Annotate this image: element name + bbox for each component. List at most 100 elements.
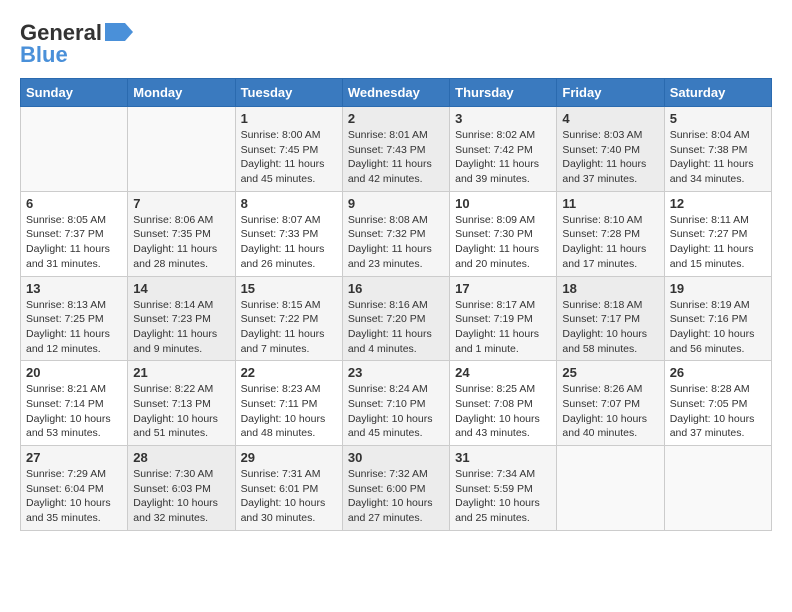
day-number: 14 bbox=[133, 281, 229, 296]
day-number: 1 bbox=[241, 111, 337, 126]
calendar-cell: 29Sunrise: 7:31 AM Sunset: 6:01 PM Dayli… bbox=[235, 446, 342, 531]
day-info: Sunrise: 7:29 AM Sunset: 6:04 PM Dayligh… bbox=[26, 467, 122, 526]
calendar-cell: 21 Sunrise: 8:22 AM Sunset: 7:13 PM Dayli… bbox=[128, 361, 235, 446]
calendar-cell: 28 Sunrise: 7:30 AM Sunset: 6:03 PM Dayli… bbox=[128, 446, 235, 531]
day-info: Sunrise: 8:26 AM Sunset: 7:07 PM Dayligh… bbox=[562, 382, 658, 441]
calendar-cell bbox=[128, 107, 235, 192]
day-info: Sunrise: 8:22 AM Sunset: 7:13 PM Dayligh… bbox=[133, 382, 229, 441]
day-info: Sunrise: 8:05 AM Sunset: 7:37 PM Dayligh… bbox=[26, 213, 122, 272]
calendar-cell: 31 Sunrise: 7:34 AM Sunset: 5:59 PM Dayli… bbox=[450, 446, 557, 531]
day-info: Sunrise: 8:19 AM Sunset: 7:16 PM Dayligh… bbox=[670, 298, 766, 357]
logo-blue: Blue bbox=[20, 42, 68, 68]
weekday-monday: Monday bbox=[128, 79, 235, 107]
calendar-cell: 19 Sunrise: 8:19 AM Sunset: 7:16 PM Dayli… bbox=[664, 276, 771, 361]
calendar-body: 1 Sunrise: 8:00 AM Sunset: 7:45 PM Daylig… bbox=[21, 107, 772, 531]
calendar-week-1: 1 Sunrise: 8:00 AM Sunset: 7:45 PM Daylig… bbox=[21, 107, 772, 192]
day-info: Sunrise: 8:02 AM Sunset: 7:42 PM Dayligh… bbox=[455, 128, 551, 187]
calendar-cell bbox=[21, 107, 128, 192]
day-info: Sunrise: 7:30 AM Sunset: 6:03 PM Dayligh… bbox=[133, 467, 229, 526]
calendar-cell: 1 Sunrise: 8:00 AM Sunset: 7:45 PM Daylig… bbox=[235, 107, 342, 192]
calendar-cell: 7 Sunrise: 8:06 AM Sunset: 7:35 PM Daylig… bbox=[128, 191, 235, 276]
day-info: Sunrise: 8:16 AM Sunset: 7:20 PM Dayligh… bbox=[348, 298, 444, 357]
calendar-cell: 11 Sunrise: 8:10 AM Sunset: 7:28 PM Dayli… bbox=[557, 191, 664, 276]
weekday-sunday: Sunday bbox=[21, 79, 128, 107]
day-number: 8 bbox=[241, 196, 337, 211]
weekday-friday: Friday bbox=[557, 79, 664, 107]
calendar-cell bbox=[557, 446, 664, 531]
day-number: 18 bbox=[562, 281, 658, 296]
weekday-thursday: Thursday bbox=[450, 79, 557, 107]
day-info: Sunrise: 8:21 AM Sunset: 7:14 PM Dayligh… bbox=[26, 382, 122, 441]
day-number: 15 bbox=[241, 281, 337, 296]
calendar-cell: 6Sunrise: 8:05 AM Sunset: 7:37 PM Daylig… bbox=[21, 191, 128, 276]
day-number: 4 bbox=[562, 111, 658, 126]
calendar-week-4: 20 Sunrise: 8:21 AM Sunset: 7:14 PM Dayli… bbox=[21, 361, 772, 446]
day-number: 31 bbox=[455, 450, 551, 465]
calendar-cell: 30 Sunrise: 7:32 AM Sunset: 6:00 PM Dayli… bbox=[342, 446, 449, 531]
day-number: 21 bbox=[133, 365, 229, 380]
day-number: 10 bbox=[455, 196, 551, 211]
calendar-cell: 14Sunrise: 8:14 AM Sunset: 7:23 PM Dayli… bbox=[128, 276, 235, 361]
calendar-cell: 25 Sunrise: 8:26 AM Sunset: 7:07 PM Dayli… bbox=[557, 361, 664, 446]
day-number: 23 bbox=[348, 365, 444, 380]
day-number: 27 bbox=[26, 450, 122, 465]
calendar-cell: 8 Sunrise: 8:07 AM Sunset: 7:33 PM Daylig… bbox=[235, 191, 342, 276]
day-info: Sunrise: 8:25 AM Sunset: 7:08 PM Dayligh… bbox=[455, 382, 551, 441]
day-number: 9 bbox=[348, 196, 444, 211]
day-info: Sunrise: 7:34 AM Sunset: 5:59 PM Dayligh… bbox=[455, 467, 551, 526]
calendar-cell: 16 Sunrise: 8:16 AM Sunset: 7:20 PM Dayli… bbox=[342, 276, 449, 361]
day-number: 5 bbox=[670, 111, 766, 126]
day-number: 24 bbox=[455, 365, 551, 380]
day-info: Sunrise: 8:04 AM Sunset: 7:38 PM Dayligh… bbox=[670, 128, 766, 187]
day-number: 26 bbox=[670, 365, 766, 380]
calendar-cell: 26 Sunrise: 8:28 AM Sunset: 7:05 PM Dayli… bbox=[664, 361, 771, 446]
day-number: 16 bbox=[348, 281, 444, 296]
day-number: 28 bbox=[133, 450, 229, 465]
calendar-week-3: 13Sunrise: 8:13 AM Sunset: 7:25 PM Dayli… bbox=[21, 276, 772, 361]
calendar-week-5: 27 Sunrise: 7:29 AM Sunset: 6:04 PM Dayli… bbox=[21, 446, 772, 531]
logo: General Blue bbox=[20, 20, 133, 68]
calendar-header: SundayMondayTuesdayWednesdayThursdayFrid… bbox=[21, 79, 772, 107]
day-info: Sunrise: 8:17 AM Sunset: 7:19 PM Dayligh… bbox=[455, 298, 551, 357]
calendar-cell: 24 Sunrise: 8:25 AM Sunset: 7:08 PM Dayli… bbox=[450, 361, 557, 446]
day-number: 2 bbox=[348, 111, 444, 126]
page-header: General Blue bbox=[20, 20, 772, 68]
calendar-cell: 15Sunrise: 8:15 AM Sunset: 7:22 PM Dayli… bbox=[235, 276, 342, 361]
day-info: Sunrise: 8:10 AM Sunset: 7:28 PM Dayligh… bbox=[562, 213, 658, 272]
day-info: Sunrise: 8:00 AM Sunset: 7:45 PM Dayligh… bbox=[241, 128, 337, 187]
day-info: Sunrise: 8:09 AM Sunset: 7:30 PM Dayligh… bbox=[455, 213, 551, 272]
day-number: 11 bbox=[562, 196, 658, 211]
calendar-week-2: 6Sunrise: 8:05 AM Sunset: 7:37 PM Daylig… bbox=[21, 191, 772, 276]
calendar-cell: 5 Sunrise: 8:04 AM Sunset: 7:38 PM Daylig… bbox=[664, 107, 771, 192]
calendar-cell: 17 Sunrise: 8:17 AM Sunset: 7:19 PM Dayli… bbox=[450, 276, 557, 361]
day-info: Sunrise: 8:28 AM Sunset: 7:05 PM Dayligh… bbox=[670, 382, 766, 441]
day-number: 22 bbox=[241, 365, 337, 380]
calendar-cell: 9Sunrise: 8:08 AM Sunset: 7:32 PM Daylig… bbox=[342, 191, 449, 276]
calendar-cell: 20 Sunrise: 8:21 AM Sunset: 7:14 PM Dayli… bbox=[21, 361, 128, 446]
weekday-header-row: SundayMondayTuesdayWednesdayThursdayFrid… bbox=[21, 79, 772, 107]
weekday-wednesday: Wednesday bbox=[342, 79, 449, 107]
day-info: Sunrise: 8:24 AM Sunset: 7:10 PM Dayligh… bbox=[348, 382, 444, 441]
day-number: 13 bbox=[26, 281, 122, 296]
calendar-cell: 4Sunrise: 8:03 AM Sunset: 7:40 PM Daylig… bbox=[557, 107, 664, 192]
day-number: 20 bbox=[26, 365, 122, 380]
day-number: 3 bbox=[455, 111, 551, 126]
day-info: Sunrise: 8:11 AM Sunset: 7:27 PM Dayligh… bbox=[670, 213, 766, 272]
calendar-cell: 18Sunrise: 8:18 AM Sunset: 7:17 PM Dayli… bbox=[557, 276, 664, 361]
calendar-cell bbox=[664, 446, 771, 531]
calendar-cell: 22Sunrise: 8:23 AM Sunset: 7:11 PM Dayli… bbox=[235, 361, 342, 446]
calendar-cell: 27 Sunrise: 7:29 AM Sunset: 6:04 PM Dayli… bbox=[21, 446, 128, 531]
day-number: 17 bbox=[455, 281, 551, 296]
day-info: Sunrise: 7:32 AM Sunset: 6:00 PM Dayligh… bbox=[348, 467, 444, 526]
day-number: 7 bbox=[133, 196, 229, 211]
day-number: 30 bbox=[348, 450, 444, 465]
calendar-cell: 23 Sunrise: 8:24 AM Sunset: 7:10 PM Dayli… bbox=[342, 361, 449, 446]
day-number: 25 bbox=[562, 365, 658, 380]
logo-flag-icon bbox=[105, 23, 133, 41]
day-number: 19 bbox=[670, 281, 766, 296]
calendar-cell: 3 Sunrise: 8:02 AM Sunset: 7:42 PM Daylig… bbox=[450, 107, 557, 192]
day-info: Sunrise: 8:01 AM Sunset: 7:43 PM Dayligh… bbox=[348, 128, 444, 187]
day-info: Sunrise: 8:06 AM Sunset: 7:35 PM Dayligh… bbox=[133, 213, 229, 272]
day-info: Sunrise: 8:07 AM Sunset: 7:33 PM Dayligh… bbox=[241, 213, 337, 272]
weekday-saturday: Saturday bbox=[664, 79, 771, 107]
